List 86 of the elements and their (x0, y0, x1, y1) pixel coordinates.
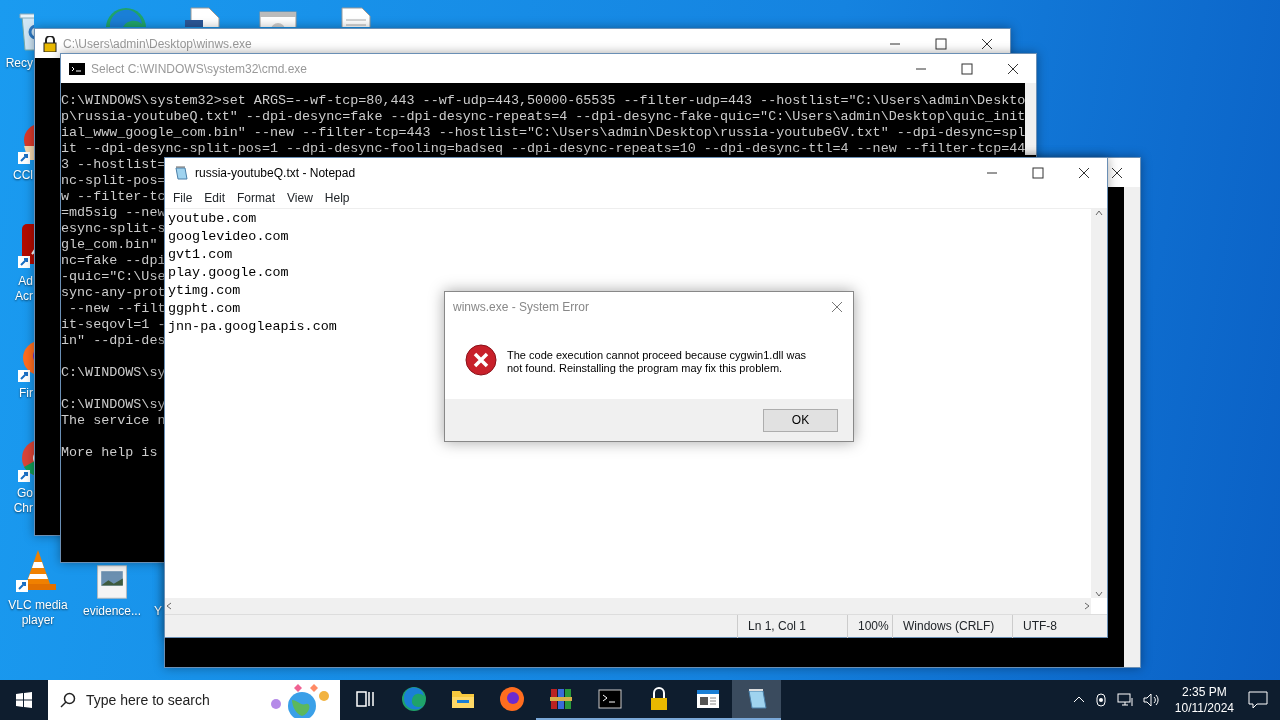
status-text: UTF-8 (1012, 614, 1107, 638)
menu-item[interactable]: Format (231, 188, 282, 207)
console-line: 3 --hostlist= (61, 157, 166, 173)
text-line: googlevideo.com (168, 228, 289, 246)
search-icon (60, 692, 76, 708)
window-icon (695, 689, 720, 709)
status-text: Windows (CRLF) (892, 614, 1012, 638)
network-icon[interactable] (1116, 692, 1135, 708)
maximize-icon[interactable] (1032, 166, 1044, 179)
console-line: nc-split-pos= (61, 173, 166, 189)
menu-item[interactable]: File (167, 188, 199, 207)
console-line: w --filter-tc (61, 189, 166, 205)
clock-date[interactable]: 10/11/2024 (1174, 700, 1234, 716)
task-view-icon (354, 689, 375, 709)
console-line: The service n (61, 413, 166, 429)
search-field[interactable]: Type here to search (48, 680, 340, 720)
close-icon[interactable] (1007, 62, 1019, 75)
text-line: ggpht.com (168, 300, 241, 318)
icon-label: Y (154, 604, 162, 619)
window-title: C:\Users\admin\Desktop\winws.exe (62, 35, 253, 53)
scroll-right-icon[interactable] (1083, 602, 1091, 610)
ok-button[interactable]: OK (763, 408, 838, 432)
status-text: 100% (847, 614, 892, 638)
edge-icon (400, 686, 427, 712)
text-line: play.google.com (168, 264, 289, 282)
lock-icon (43, 35, 57, 52)
console-line: C:\WINDOWS\sy (61, 365, 166, 381)
close-icon[interactable] (1111, 166, 1123, 179)
console-icon (69, 62, 85, 75)
text-line: ytimg.com (168, 282, 241, 300)
window-title: Select C:\WINDOWS\system32\cmd.exe (90, 60, 309, 78)
close-icon[interactable] (1078, 166, 1090, 179)
icon-label: evidence... (82, 604, 141, 619)
text-line: youtube.com (168, 210, 257, 228)
image-file-icon[interactable] (94, 564, 130, 600)
console-line: esync-split-s (61, 221, 166, 237)
windows-logo-icon[interactable] (16, 692, 32, 708)
clock-time[interactable]: 2:35 PM (1182, 684, 1227, 700)
menu-item[interactable]: View (281, 188, 319, 207)
window-title: russia-youtubeQ.txt - Notepad (194, 164, 357, 182)
menu-item[interactable]: Edit (198, 188, 232, 207)
dialog-title: winws.exe - System Error (453, 299, 590, 316)
error-icon (465, 344, 497, 376)
icon-label: Ad Acr (15, 274, 33, 304)
speaker-icon[interactable] (1142, 692, 1161, 708)
console-line: it-seqovl=1 - (61, 317, 166, 333)
scrollbar[interactable] (1124, 187, 1140, 667)
notepad-icon (173, 164, 189, 181)
scrollbar[interactable] (165, 598, 1091, 614)
console-line: C:\WINDOWS\system32>set ARGS=--wf-tcp=80,443 --wf-udp=443,50000-65535 --filter-udp=443 --hostlist="C:\Users\admin\Deskto (61, 93, 1026, 109)
console-line: in" --dpi-des (61, 333, 166, 349)
error-message: The code execution cannot proceed because cygwin1.dll was not found. Reinstalling the program may fix this problem. (507, 349, 808, 375)
scroll-down-icon[interactable] (1095, 590, 1103, 598)
icon-label: Go Chr (13, 486, 33, 516)
scroll-left-icon[interactable] (165, 602, 173, 610)
notification-icon[interactable] (1248, 691, 1268, 709)
document-icon[interactable] (183, 6, 223, 27)
icon-label: VLC media player (7, 598, 69, 628)
maximize-icon[interactable] (935, 37, 947, 50)
console-line: p\russia-youtubeQ.txt" --dpi-desync=fake --dpi-desync-repeats=4 --dpi-desync-fake-quic="C:\Users\admin\Desktop\quic_init (61, 109, 1026, 125)
console-icon (597, 689, 622, 709)
icon-label: CCl (13, 168, 33, 183)
console-line: --new --filt (68, 301, 166, 317)
close-icon[interactable] (981, 37, 993, 50)
firefox-icon (498, 686, 525, 712)
console-line: gle_com.bin" (61, 237, 158, 253)
scroll-up-icon[interactable] (1095, 209, 1103, 217)
maximize-icon[interactable] (961, 62, 973, 75)
console-line: ial_www_google_com.bin" --new --filter-tcp=443 --hostlist="C:\Users\admin\Desktop\russia-youtubeGV.txt" --dpi-desync=spl (61, 125, 1026, 141)
console-line: C:\WINDOWS\sy (61, 397, 166, 413)
folder-icon (450, 689, 475, 709)
text-line: jnn-pa.googleapis.com (168, 318, 337, 336)
scrollbar[interactable] (1025, 83, 1036, 155)
console-line: sync-any-prot (61, 285, 166, 301)
books-icon (548, 687, 573, 711)
icon-label: Recy (5, 56, 33, 71)
console-line: More help is (61, 445, 158, 461)
console-line: -quic="C:\Use (61, 269, 166, 285)
console-line: nc=fake --dpi (61, 253, 166, 269)
console-line: it --dpi-desync-split-pos=1 --dpi-desync-fooling=badseq --dpi-desync-repeats=10 --dpi-desync-ttl=4 --new --filter-tcp=44 (61, 141, 1026, 157)
icon-label: Fir (19, 386, 33, 401)
status-text: Ln 1, Col 1 (737, 614, 847, 638)
scrollbar[interactable] (1091, 209, 1107, 598)
lock-icon (649, 687, 668, 711)
text-line: gvt1.com (168, 246, 233, 264)
menu-item[interactable]: Help (318, 188, 356, 207)
